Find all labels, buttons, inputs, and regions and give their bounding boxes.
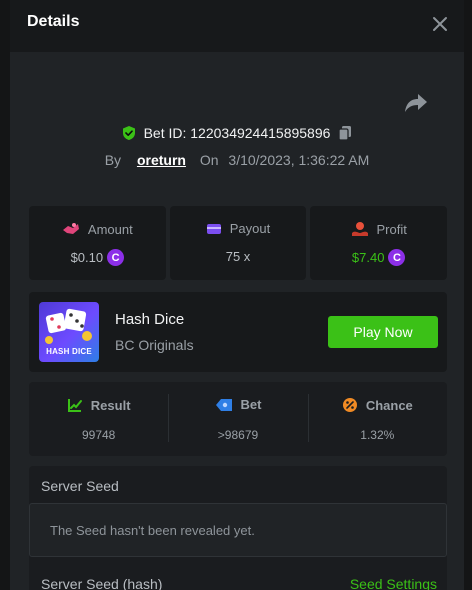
- profit-card: Profit $7.40 C: [310, 206, 448, 280]
- payout-label: Payout: [229, 221, 271, 236]
- username-link[interactable]: oreturn: [137, 152, 186, 168]
- server-seed-title: Server Seed: [41, 478, 119, 494]
- game-row: HASH DICE Hash Dice BC Originals Play No…: [29, 292, 447, 372]
- background-left: [0, 0, 10, 590]
- payout-icon: [206, 223, 221, 234]
- server-seed-hash-title: Server Seed (hash): [41, 576, 163, 590]
- result-column: Result 99748: [29, 382, 168, 456]
- close-icon: [433, 17, 447, 31]
- copy-icon: [338, 125, 352, 141]
- game-provider: BC Originals: [115, 337, 194, 353]
- result-chart-icon: [67, 399, 82, 412]
- profit-icon: [351, 222, 368, 236]
- amount-label: Amount: [87, 221, 133, 237]
- on-label: On: [199, 152, 219, 168]
- share-button[interactable]: [404, 92, 428, 114]
- amount-card: Amount $0.10 C: [29, 206, 166, 280]
- modal-header: Details: [10, 0, 464, 52]
- profit-value: $7.40: [351, 250, 385, 265]
- bet-value: >98679: [217, 428, 259, 442]
- seed-settings-link[interactable]: Seed Settings: [350, 576, 437, 590]
- bet-column: Bet >98679: [168, 382, 307, 456]
- bet-id-row: Bet ID: 122034924415895896: [10, 123, 464, 143]
- share-icon: [405, 94, 427, 112]
- chance-value: 1.32%: [360, 428, 395, 442]
- chance-column: Chance 1.32%: [307, 382, 447, 456]
- server-seed-placeholder: The Seed hasn't been revealed yet.: [50, 523, 255, 538]
- copy-button[interactable]: [337, 125, 353, 142]
- coin-icon: C: [107, 249, 125, 266]
- background-right: [464, 0, 472, 590]
- bet-tag-icon: [215, 398, 232, 411]
- result-value: 99748: [81, 428, 116, 442]
- bet-meta-row: By oreturn On 3/10/2023, 1:36:22 AM: [10, 150, 464, 170]
- result-panel: Result 99748 Bet >98679 Chance 1.32%: [29, 382, 447, 456]
- server-seed-box: The Seed hasn't been revealed yet.: [29, 503, 447, 557]
- amount-value: $0.10: [70, 250, 104, 265]
- bet-datetime: 3/10/2023, 1:36:22 AM: [228, 152, 370, 168]
- game-thumb-label: HASH DICE: [46, 347, 92, 356]
- result-label: Result: [90, 397, 131, 413]
- by-label: By: [104, 152, 122, 168]
- bet-id-text: Bet ID: 122034924415895896: [143, 125, 331, 141]
- play-now-button[interactable]: Play Now: [328, 316, 438, 348]
- bet-stats: Amount $0.10 C Payout 75 x Profit $7.40 …: [29, 206, 448, 280]
- modal-title: Details: [27, 13, 80, 30]
- game-name: Hash Dice: [115, 311, 185, 328]
- details-modal: Details Bet ID: 122034924415895896 By or…: [10, 0, 464, 590]
- profit-label: Profit: [376, 221, 407, 237]
- seed-section: Server Seed The Seed hasn't been reveale…: [29, 466, 447, 590]
- payout-value: 75 x: [225, 249, 251, 264]
- shield-check-icon: [122, 126, 135, 140]
- payout-card: Payout 75 x: [169, 206, 307, 280]
- chance-label: Chance: [365, 397, 413, 413]
- game-thumbnail[interactable]: HASH DICE: [39, 302, 99, 362]
- amount-icon: [62, 223, 79, 234]
- close-button[interactable]: [430, 14, 450, 34]
- coin-icon: C: [388, 249, 406, 266]
- bet-label: Bet: [240, 397, 262, 412]
- chance-percent-icon: [342, 398, 357, 412]
